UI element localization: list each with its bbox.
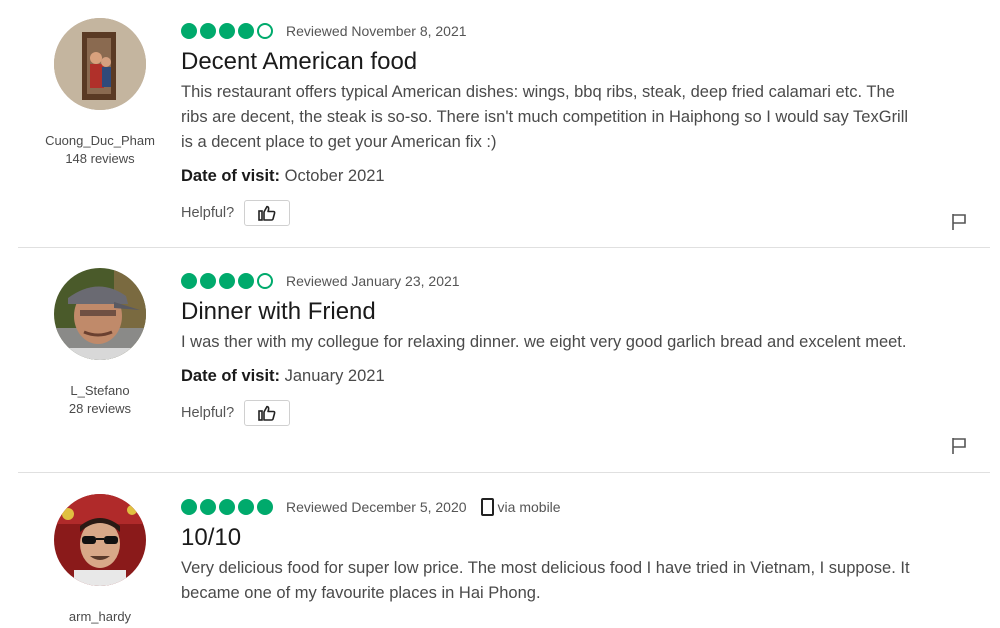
review-body: I was ther with my collegue for relaxing… bbox=[181, 333, 907, 351]
helpful-label: Helpful? bbox=[181, 405, 235, 421]
review-meta: Reviewed December 5, 2020 via mobile bbox=[181, 495, 921, 519]
rating-bubble-filled bbox=[238, 273, 254, 289]
username[interactable]: arm_hardy bbox=[36, 608, 164, 626]
avatar[interactable] bbox=[54, 494, 146, 586]
rating-bubble-filled bbox=[200, 273, 216, 289]
review-author: Cuong_Duc_Pham 148 reviews bbox=[36, 18, 164, 167]
rating-bubbles bbox=[181, 499, 273, 515]
review-title[interactable]: Dinner with Friend bbox=[181, 297, 921, 327]
review-date: Reviewed December 5, 2020 bbox=[286, 499, 467, 515]
date-of-visit: Date of visit: October 2021 bbox=[181, 167, 921, 186]
rating-bubble-filled bbox=[219, 499, 235, 515]
rating-bubble-filled bbox=[181, 23, 197, 39]
date-of-visit-label: Date of visit: bbox=[181, 367, 281, 385]
rating-bubble-empty bbox=[257, 273, 273, 289]
review-count: 28 reviews bbox=[68, 401, 132, 416]
rating-bubbles bbox=[181, 23, 273, 39]
thumbs-up-icon bbox=[258, 405, 276, 421]
date-of-visit-value: October 2021 bbox=[284, 167, 385, 185]
helpful-label: Helpful? bbox=[181, 205, 235, 221]
helpful-button[interactable] bbox=[244, 200, 291, 226]
review-divider bbox=[18, 472, 990, 473]
review-author: L_Stefano 28 reviews bbox=[36, 268, 164, 417]
rating-bubble-filled bbox=[257, 499, 273, 515]
avatar[interactable] bbox=[54, 268, 146, 360]
review-title[interactable]: Decent American food bbox=[181, 47, 921, 77]
helpful-row: Helpful? bbox=[181, 200, 921, 226]
rating-bubble-filled bbox=[238, 499, 254, 515]
via-mobile: via mobile bbox=[480, 498, 561, 516]
reviews-page: Cuong_Duc_Pham 148 reviews Reviewed Nove… bbox=[0, 0, 1000, 628]
review-divider bbox=[18, 247, 990, 248]
review-content: Reviewed November 8, 2021 Decent America… bbox=[181, 19, 921, 226]
rating-bubble-empty bbox=[257, 23, 273, 39]
date-of-visit: Date of visit: January 2021 bbox=[181, 367, 921, 386]
review-meta: Reviewed January 23, 2021 bbox=[181, 269, 921, 293]
via-mobile-label: via mobile bbox=[497, 499, 561, 515]
review-body: Very delicious food for super low price.… bbox=[181, 559, 910, 602]
review-date: Reviewed January 23, 2021 bbox=[286, 273, 460, 289]
flag-icon[interactable] bbox=[950, 437, 968, 455]
mobile-phone-icon bbox=[480, 498, 494, 516]
rating-bubbles bbox=[181, 273, 273, 289]
review-author: arm_hardy bbox=[36, 494, 164, 626]
review-body: This restaurant offers typical American … bbox=[181, 83, 909, 151]
thumbs-up-icon bbox=[258, 205, 276, 221]
review-content: Reviewed January 23, 2021 Dinner with Fr… bbox=[181, 269, 921, 426]
avatar[interactable] bbox=[54, 18, 146, 110]
review-title[interactable]: 10/10 bbox=[181, 523, 921, 553]
flag-icon[interactable] bbox=[950, 213, 968, 231]
helpful-row: Helpful? bbox=[181, 400, 921, 426]
review-date: Reviewed November 8, 2021 bbox=[286, 23, 467, 39]
rating-bubble-filled bbox=[181, 273, 197, 289]
rating-bubble-filled bbox=[200, 23, 216, 39]
helpful-button[interactable] bbox=[244, 400, 291, 426]
rating-bubble-filled bbox=[219, 23, 235, 39]
rating-bubble-filled bbox=[219, 273, 235, 289]
review-content: Reviewed December 5, 2020 via mobile 10/… bbox=[181, 495, 921, 606]
rating-bubble-filled bbox=[200, 499, 216, 515]
rating-bubble-filled bbox=[181, 499, 197, 515]
username[interactable]: Cuong_Duc_Pham bbox=[36, 132, 164, 150]
date-of-visit-label: Date of visit: bbox=[181, 167, 281, 185]
username[interactable]: L_Stefano bbox=[36, 382, 164, 400]
rating-bubble-filled bbox=[238, 23, 254, 39]
date-of-visit-value: January 2021 bbox=[284, 367, 385, 385]
review-meta: Reviewed November 8, 2021 bbox=[181, 19, 921, 43]
review-count: 148 reviews bbox=[65, 151, 135, 166]
